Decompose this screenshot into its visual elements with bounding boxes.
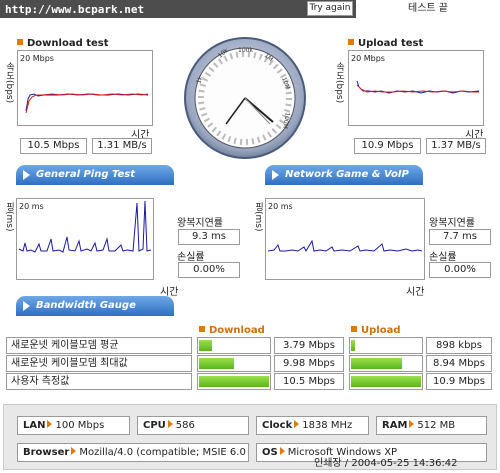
upload-bar: [349, 373, 423, 390]
upload-bar-fill: [351, 340, 355, 351]
game-graph: 20 ms: [265, 198, 425, 280]
svg-text:100k: 100k: [238, 47, 253, 54]
download-value: 3.79 Mbps: [274, 337, 344, 354]
arrow-icon: [167, 420, 173, 428]
upload-bar: [349, 355, 423, 372]
download-graph: 20 Mbps: [17, 50, 153, 126]
finish-label: 테스트 끝: [356, 0, 500, 18]
sys-lan: LAN 100 Mbps: [17, 416, 130, 435]
game-loss-label: 손실률: [429, 252, 457, 263]
speed-test-window: { "header": { "url": "http://www.bcpark.…: [0, 0, 500, 473]
game-latency-label: 왕복지연률: [429, 218, 475, 229]
dial-svg: 10k 100k 1M 10M 100M 1k: [184, 37, 306, 159]
download-value: 10.5 Mbps: [274, 373, 344, 390]
upload-value: 8.94 Mbps: [426, 355, 492, 372]
ping-graph: 20 ms: [16, 198, 154, 280]
upload-mbps: 10.9 Mbps: [354, 138, 421, 154]
arrow-icon: [279, 447, 285, 455]
download-bar: [197, 355, 271, 372]
ping-loss: 0.00%: [178, 262, 240, 278]
bullet-icon: [351, 326, 357, 332]
sys-cpu: CPU 586: [137, 416, 249, 435]
upload-plot: [356, 80, 480, 94]
gauge-row-label: 사용자 측정값: [6, 373, 192, 390]
arrow-icon: [23, 170, 30, 180]
ping-ylabel: 핑(ms): [4, 202, 14, 232]
upload-title: Upload test: [348, 38, 423, 49]
game-xlabel: 시간: [406, 287, 425, 298]
upload-bar: [349, 337, 423, 354]
ping-plot: [18, 200, 152, 253]
bullet-icon: [348, 39, 354, 45]
ping-latency-label: 왕복지연률: [177, 218, 223, 229]
arrow-icon: [294, 420, 300, 428]
gauge-upload-header: Upload: [351, 325, 400, 336]
upload-value: 898 kbps: [426, 337, 492, 354]
ping-loss-label: 손실률: [177, 252, 205, 263]
bullet-icon: [17, 39, 23, 45]
upload-graph: 20 Mbps: [348, 50, 484, 126]
download-bar-fill: [199, 358, 234, 369]
upload-value: 10.9 Mbps: [426, 373, 492, 390]
upload-mbs: 1.37 MB/s: [426, 138, 486, 154]
download-bar-fill: [199, 340, 212, 351]
download-mbps: 10.5 Mbps: [20, 138, 87, 154]
test-date: 인쇄장 / 2004-05-25 14:36:42: [314, 458, 458, 469]
sys-browser: Browser Mozilla/4.0 (compatible; MSIE 6.0: [17, 443, 249, 462]
tab-network-game[interactable]: Network Game & VoIP Test: [265, 165, 423, 200]
gauge-download-header: Download: [199, 325, 265, 336]
game-loss: 0.00%: [429, 262, 491, 278]
tab-general-ping[interactable]: General Ping Test: [16, 165, 174, 185]
speed-dial: 10k 100k 1M 10M 100M 1k: [180, 20, 310, 160]
download-bar-fill: [199, 376, 269, 387]
download-bar: [197, 337, 271, 354]
ping-latency: 9.3 ms: [178, 229, 240, 245]
upload-ylabel: 속도(bps): [334, 62, 344, 104]
gauge-row-label: 새로운넷 케이블모뎀 최대값: [6, 355, 192, 372]
download-bar: [197, 373, 271, 390]
upload-bar-fill: [351, 358, 402, 369]
try-again-button[interactable]: Try again: [307, 1, 353, 16]
upload-bar-fill: [351, 376, 421, 387]
download-plot: [25, 93, 149, 114]
arrow-icon: [409, 420, 415, 428]
bullet-icon: [199, 326, 205, 332]
arrow-icon: [272, 170, 279, 180]
sys-ram: RAM 512 MB: [376, 416, 487, 435]
game-ylabel: 핑(ms): [253, 202, 263, 232]
download-value: 9.98 Mbps: [274, 355, 344, 372]
site-url[interactable]: http://www.bcpark.net: [5, 3, 144, 16]
download-mbs: 1.31 MB/s: [92, 138, 152, 154]
download-ylabel: 속도(bps): [4, 62, 14, 104]
arrow-icon: [47, 420, 53, 428]
game-latency: 7.7 ms: [429, 229, 491, 245]
tab-bandwidth-gauge[interactable]: Bandwidth Gauge: [16, 296, 174, 316]
gauge-row-label: 새로운넷 케이블모뎀 평균: [6, 337, 192, 354]
game-plot: [267, 239, 423, 253]
arrow-icon: [23, 301, 30, 311]
sys-clock: Clock 1838 MHz: [256, 416, 369, 435]
arrow-icon: [71, 447, 77, 455]
download-title: Download test: [17, 38, 109, 49]
